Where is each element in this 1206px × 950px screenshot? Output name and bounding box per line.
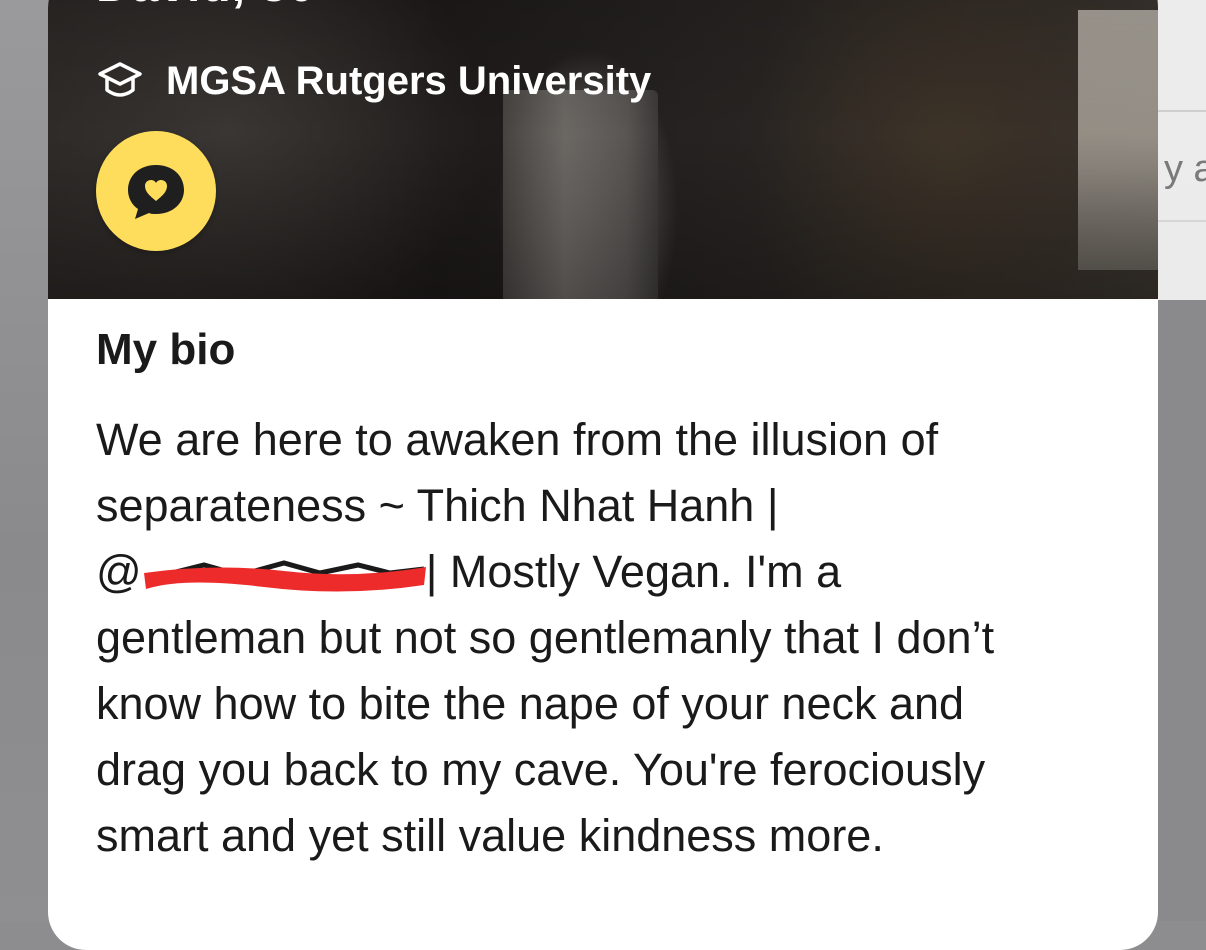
bio-line: know how to bite the nape of your neck a… bbox=[96, 678, 965, 729]
bio-line: @ | Mostly Vegan. I'm a bbox=[96, 539, 1106, 605]
heart-speech-bubble-icon bbox=[128, 165, 184, 219]
bio-line: gentleman but not so gentlemanly that I … bbox=[96, 612, 995, 663]
bio-handle-suffix: | Mostly Vegan. I'm a bbox=[425, 546, 842, 597]
divider bbox=[1158, 110, 1206, 112]
profile-card: David, 30 MGSA Rutgers University My bio… bbox=[48, 0, 1158, 950]
bio-line: We are here to awaken from the illusion … bbox=[96, 414, 939, 465]
profile-name-age: David, 30 bbox=[96, 0, 316, 13]
peek-text: y a bbox=[1164, 148, 1206, 190]
graduation-cap-icon bbox=[98, 62, 142, 97]
bio-text: We are here to awaken from the illusion … bbox=[96, 407, 1106, 869]
bio-line: drag you back to my cave. You're ferocio… bbox=[96, 744, 986, 795]
background-lower bbox=[1158, 300, 1206, 921]
school-row: MGSA Rutgers University bbox=[96, 58, 651, 104]
background-left-edge bbox=[0, 0, 48, 921]
bio-section: My bio We are here to awaken from the il… bbox=[96, 325, 1106, 869]
photo-shade bbox=[48, 0, 1158, 299]
profile-photo[interactable]: David, 30 MGSA Rutgers University bbox=[48, 0, 1158, 299]
bio-line: smart and yet still value kindness more. bbox=[96, 810, 884, 861]
redaction-mark bbox=[143, 560, 426, 592]
background-next-card: y a bbox=[1158, 0, 1206, 921]
bio-handle-prefix: @ bbox=[96, 546, 142, 597]
school-text: MGSA Rutgers University bbox=[166, 58, 652, 103]
bio-line: separateness ~ Thich Nhat Hanh | bbox=[96, 480, 779, 531]
compliment-button[interactable] bbox=[96, 131, 216, 251]
bio-title: My bio bbox=[96, 325, 236, 374]
divider bbox=[1158, 220, 1206, 222]
